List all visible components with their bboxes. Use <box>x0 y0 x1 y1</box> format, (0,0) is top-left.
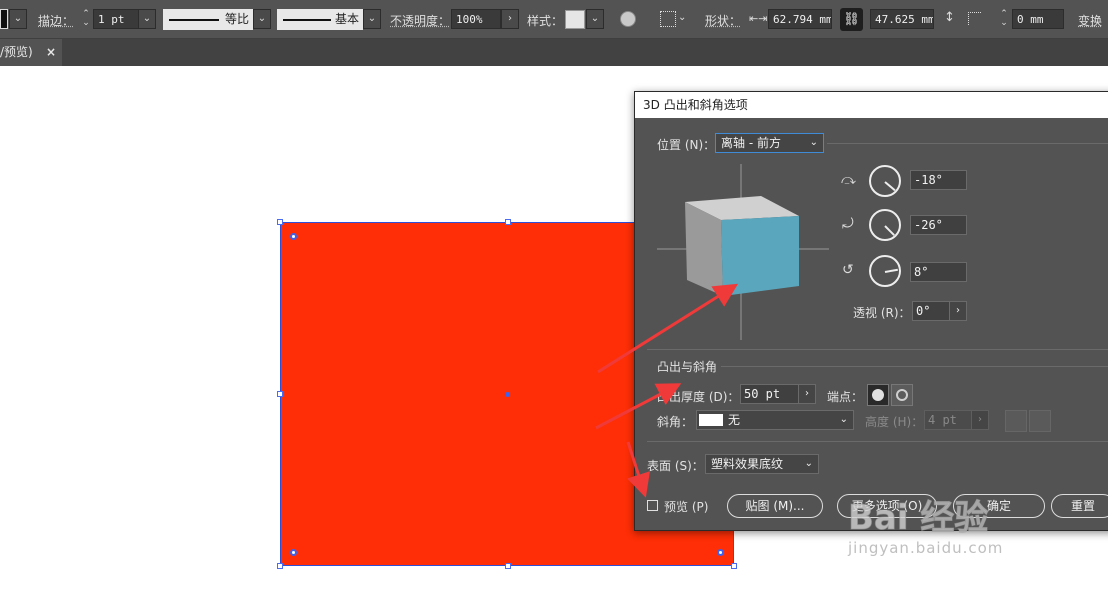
stroke-weight-dropdown-icon[interactable]: ⌄ <box>138 9 156 29</box>
rotate-x-icon: ⤼ <box>841 172 856 188</box>
bevel-in-icon <box>1029 410 1051 432</box>
document-tab[interactable]: /预览) × <box>0 39 62 66</box>
watermark-url: jingyan.baidu.com <box>848 539 1004 557</box>
map-art-button[interactable]: 贴图 (M)... <box>727 494 823 518</box>
brush-dropdown-icon[interactable]: ⌄ <box>363 9 381 29</box>
track-cube-area[interactable] <box>649 160 845 346</box>
bevel-swatch <box>699 414 723 426</box>
profile-dropdown-icon[interactable]: ⌄ <box>253 9 271 29</box>
corner-widget[interactable] <box>717 549 724 556</box>
extrude-depth-arrow-icon[interactable]: › <box>798 384 816 404</box>
perspective-arrow-icon[interactable]: › <box>949 301 967 321</box>
stroke-label[interactable]: 描边： <box>38 12 74 29</box>
section-divider <box>647 441 1108 442</box>
surface-value: 塑料效果底纹 <box>711 457 784 471</box>
opacity-field[interactable]: 100% <box>451 9 501 29</box>
rotate-y-icon: ⤾ <box>842 216 854 232</box>
dialog-title[interactable]: 3D 凸出和斜角选项 <box>635 92 1108 118</box>
brush-definition[interactable]: 基本 <box>277 9 363 30</box>
style-label: 样式： <box>527 14 564 28</box>
rotate-y-field[interactable]: -26° <box>910 215 967 235</box>
rotate-z-icon: ↺ <box>842 262 854 278</box>
selection-handle[interactable] <box>731 563 737 569</box>
track-cube-icon[interactable] <box>649 160 845 346</box>
width-icon: ⇤⇥ <box>749 12 768 25</box>
selection-handle[interactable] <box>277 219 283 225</box>
align-grid-icon[interactable] <box>660 11 676 27</box>
extrude-depth-label: 凸出厚度 (D)： <box>657 390 740 404</box>
brush-label: 基本 <box>334 12 359 26</box>
bevel-out-icon <box>1005 410 1027 432</box>
preview-checkbox[interactable] <box>647 500 658 511</box>
style-swatch[interactable] <box>565 10 585 29</box>
opacity-label[interactable]: 不透明度： <box>390 12 450 29</box>
cap-off-icon[interactable] <box>891 384 913 406</box>
rotate-z-field[interactable]: 8° <box>910 262 967 282</box>
height-icon: ↕ <box>944 10 955 25</box>
section-divider <box>721 366 1108 367</box>
section-divider <box>827 143 1108 144</box>
rotate-y-dial[interactable] <box>869 209 901 241</box>
variable-width-profile[interactable]: 等比 <box>163 9 253 30</box>
preview-label[interactable]: 预览 (P) <box>664 498 708 515</box>
perspective-field[interactable]: 0° <box>912 301 950 321</box>
perspective-label: 透视 (R)： <box>853 306 911 320</box>
extrude-bevel-dialog: 3D 凸出和斜角选项 位置 (N)： 离轴 - 前方 ⌄ ⤼ -18° ⤾ -26… <box>634 91 1108 531</box>
profile-label: 等比 <box>224 12 249 26</box>
center-point <box>505 392 510 397</box>
stroke-weight-field[interactable]: 1 pt <box>93 9 139 29</box>
bevel-value: 无 <box>728 413 741 427</box>
corner-widget[interactable] <box>290 549 297 556</box>
cap-on-icon[interactable] <box>867 384 889 406</box>
surface-select[interactable]: 塑料效果底纹 ⌄ <box>705 454 819 474</box>
shape-label[interactable]: 形状： <box>705 12 741 29</box>
opacity-arrow-icon[interactable]: › <box>501 9 519 29</box>
recolor-artwork-icon[interactable] <box>620 11 636 27</box>
position-value: 离轴 - 前方 <box>721 136 781 150</box>
link-proportions-icon[interactable]: ⛓ <box>840 8 863 31</box>
tab-title: /预览) <box>0 45 33 59</box>
corner-widget[interactable] <box>290 233 297 240</box>
extrude-depth-field[interactable]: 50 pt <box>740 384 799 404</box>
rotate-x-field[interactable]: -18° <box>910 170 967 190</box>
width-field[interactable]: 62.794 mm <box>768 9 832 29</box>
surface-label: 表面 (S)： <box>647 459 704 473</box>
cap-label: 端点： <box>827 390 864 404</box>
align-dropdown-icon[interactable]: ⌄ <box>678 12 686 23</box>
control-bar: ⌄ 描边： ⌃ ⌄ 1 pt ⌄ 等比 ⌄ 基本 ⌄ 不透明度： 100% › 样… <box>0 0 1108 39</box>
stroke-stepper-icon[interactable]: ⌃ ⌄ <box>80 10 92 28</box>
bevel-height-label: 高度 (H)： <box>865 415 924 429</box>
position-label: 位置 (N)： <box>657 138 716 152</box>
transform-link[interactable]: 变换 <box>1078 12 1102 29</box>
document-tab-bar: /预览) × <box>0 39 1108 66</box>
watermark: Bai 经验 jingyan.baidu.com <box>847 490 1004 558</box>
position-select[interactable]: 离轴 - 前方 ⌄ <box>715 133 824 153</box>
corner-radius-field[interactable]: 0 mm <box>1012 9 1064 29</box>
rotate-x-dial[interactable] <box>869 165 901 197</box>
corner-icon <box>968 12 981 25</box>
bevel-select[interactable]: 无 ⌄ <box>696 410 854 430</box>
fill-dropdown-icon[interactable]: ⌄ <box>9 9 27 29</box>
section-divider <box>647 349 1108 350</box>
bevel-height-field: 4 pt <box>924 410 972 430</box>
selection-handle[interactable] <box>505 219 511 225</box>
bevel-height-arrow-icon: › <box>971 410 989 430</box>
selection-handle[interactable] <box>277 391 283 397</box>
extrude-section-title: 凸出与斜角 <box>657 360 718 374</box>
close-tab-icon[interactable]: × <box>46 39 56 66</box>
style-dropdown-icon[interactable]: ⌄ <box>586 9 604 29</box>
height-field[interactable]: 47.625 mm <box>870 9 934 29</box>
reset-button[interactable]: 重置 <box>1051 494 1108 518</box>
bevel-label: 斜角： <box>657 415 694 429</box>
corner-stepper-icon[interactable]: ⌃ ⌄ <box>998 10 1010 28</box>
rotate-z-dial[interactable] <box>869 255 901 287</box>
watermark-logo: Bai 经验 <box>847 498 989 539</box>
fill-swatch[interactable] <box>0 9 8 29</box>
selection-handle[interactable] <box>505 563 511 569</box>
selection-handle[interactable] <box>277 563 283 569</box>
